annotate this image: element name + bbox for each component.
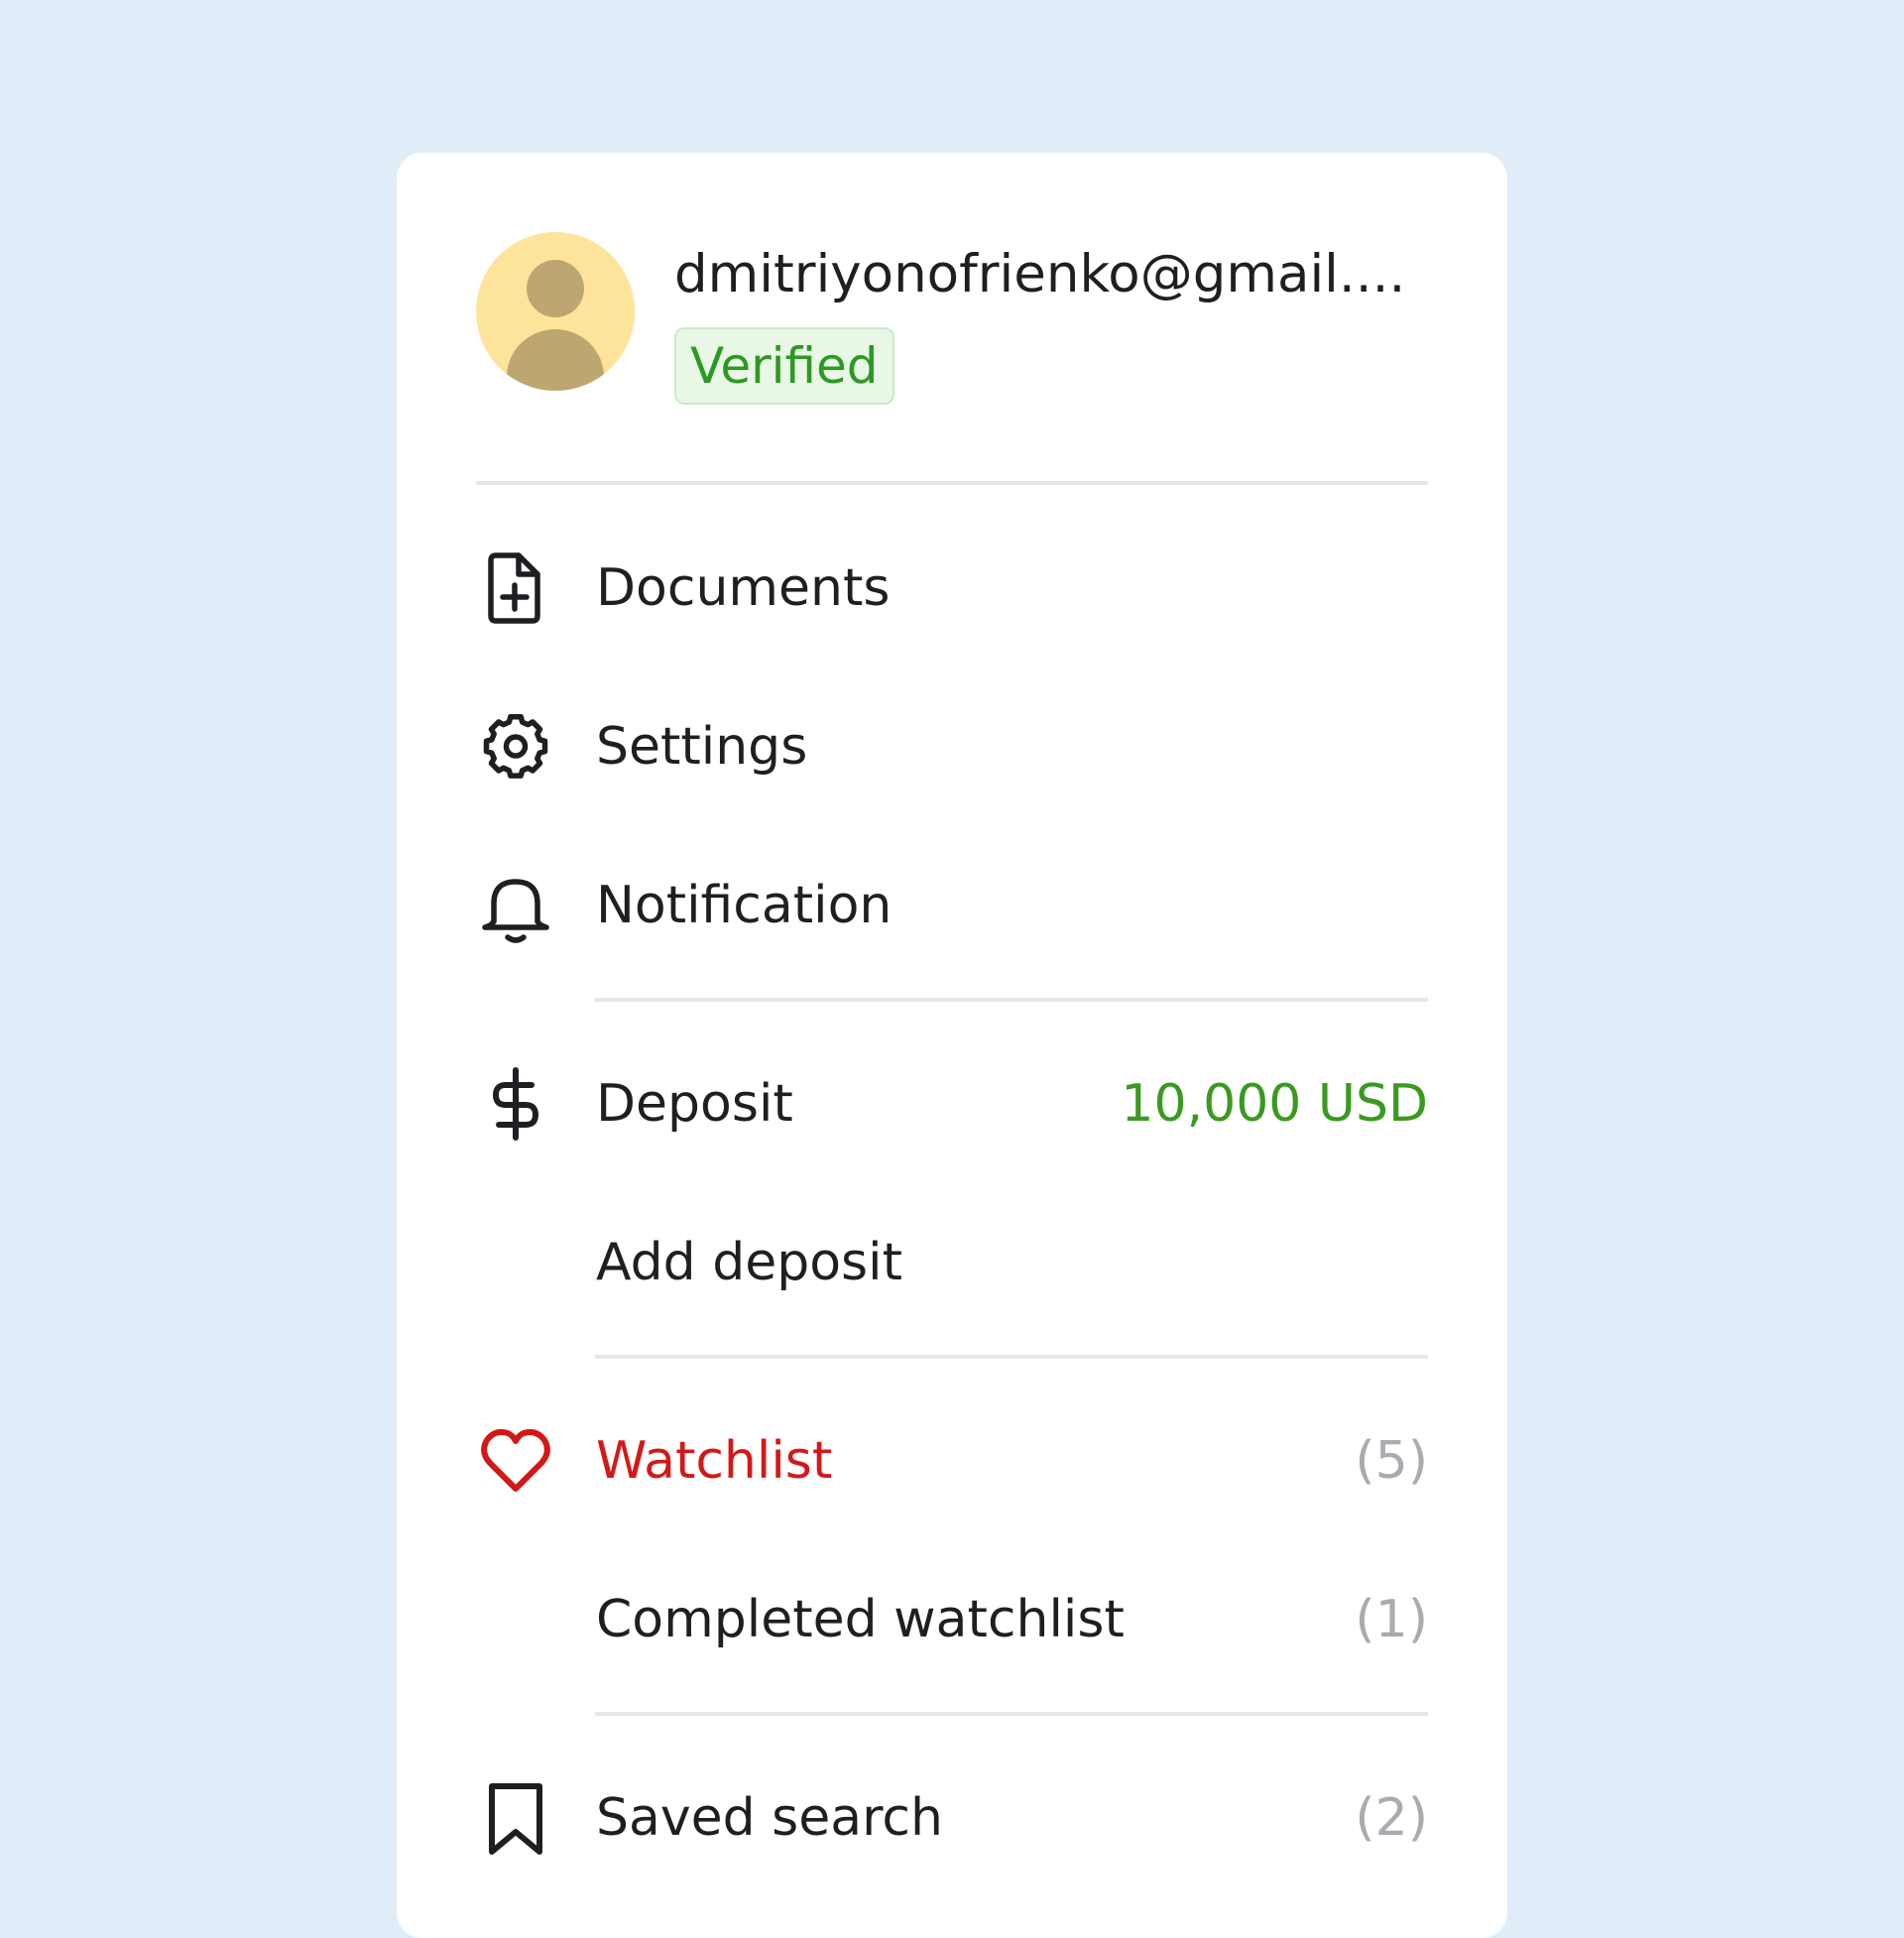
menu-item-label: Settings (596, 717, 808, 777)
menu-item-label: Saved search (596, 1788, 943, 1848)
menu-item-settings[interactable]: Settings (476, 702, 1428, 791)
menu-item-watchlist[interactable]: Watchlist (5) (476, 1416, 1428, 1506)
verified-badge: Verified (674, 327, 894, 405)
user-email: dmitriyonofrienko@gmail.... (674, 244, 1406, 304)
dollar-icon (476, 1064, 555, 1144)
menu-item-documents[interactable]: Documents (476, 544, 1428, 633)
gear-icon (476, 707, 555, 787)
document-add-icon (476, 548, 555, 628)
menu-item-label: Add deposit (596, 1233, 902, 1292)
header-divider (476, 481, 1428, 485)
avatar[interactable] (476, 232, 635, 391)
bookmark-icon (476, 1778, 555, 1858)
watchlist-count: (5) (1355, 1431, 1428, 1491)
section-divider (595, 1355, 1428, 1359)
menu-item-label: Documents (596, 558, 891, 618)
completed-watchlist-count: (1) (1355, 1590, 1428, 1649)
menu-item-deposit[interactable]: Deposit 10,000 USD (476, 1059, 1428, 1149)
user-silhouette-icon (507, 260, 604, 391)
menu-item-add-deposit[interactable]: Add deposit (476, 1218, 1428, 1307)
menu-item-notification[interactable]: Notification (476, 861, 1428, 950)
menu-item-label: Watchlist (596, 1431, 833, 1491)
bell-icon (476, 866, 555, 945)
section-divider (595, 998, 1428, 1002)
menu-item-completed-watchlist[interactable]: Completed watchlist (1) (476, 1575, 1428, 1664)
account-menu-card: dmitriyonofrienko@gmail.... Verified Doc… (397, 153, 1507, 1938)
menu-item-label: Notification (596, 876, 892, 935)
menu-item-label: Deposit (596, 1074, 793, 1134)
heart-icon (476, 1421, 555, 1501)
section-divider (595, 1712, 1428, 1716)
menu-item-saved-search[interactable]: Saved search (2) (476, 1773, 1428, 1863)
saved-search-count: (2) (1355, 1788, 1428, 1848)
menu-item-label: Completed watchlist (596, 1590, 1125, 1649)
deposit-amount: 10,000 USD (1121, 1074, 1428, 1134)
